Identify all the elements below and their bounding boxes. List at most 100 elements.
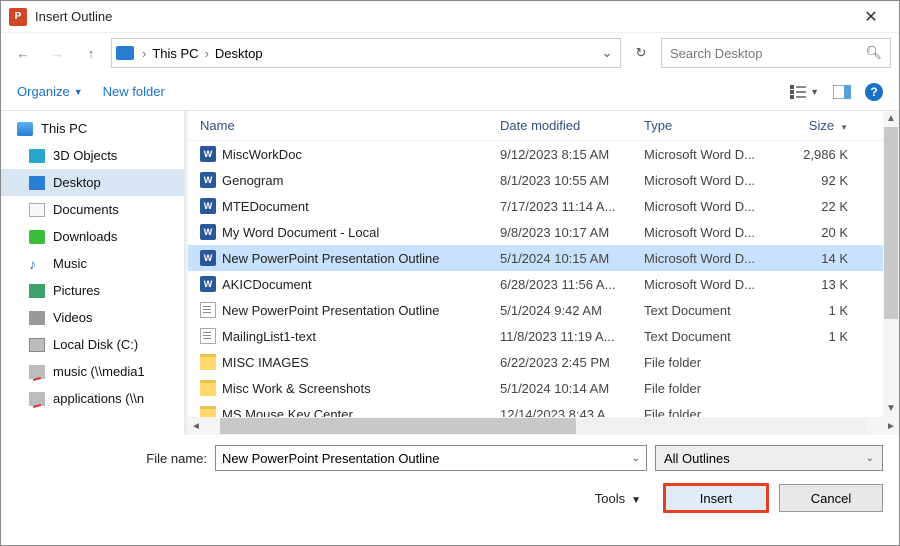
titlebar: P Insert Outline ✕ <box>1 1 899 33</box>
organize-menu[interactable]: Organize ▼ <box>17 84 83 99</box>
preview-pane-button[interactable] <box>833 85 851 99</box>
scroll-right-icon[interactable]: ► <box>883 421 899 432</box>
doc-icon <box>29 203 45 217</box>
sidebar-item-label: Music <box>53 256 87 271</box>
file-row[interactable]: WMTEDocument7/17/2023 11:14 A...Microsof… <box>188 193 899 219</box>
sidebar-item-label: 3D Objects <box>53 148 117 163</box>
breadcrumb-root[interactable]: This PC <box>148 46 202 61</box>
filetype-filter[interactable]: All Outlines ⌄ <box>655 445 883 471</box>
back-button[interactable]: ← <box>9 39 37 67</box>
sidebar-item-music-media1[interactable]: music (\\media1 <box>1 358 184 385</box>
pc-icon <box>17 122 33 136</box>
file-name: MiscWorkDoc <box>222 147 302 162</box>
file-row[interactable]: New PowerPoint Presentation Outline 5/1/2… <box>188 297 899 323</box>
sidebar-item-this-pc[interactable]: This PC <box>1 115 184 142</box>
net-icon <box>29 365 45 379</box>
file-type: File folder <box>644 407 786 418</box>
address-bar[interactable]: › This PC › Desktop ⌄ <box>111 38 621 68</box>
sidebar-item-label: Documents <box>53 202 119 217</box>
pc-icon <box>116 46 134 60</box>
sidebar-item-music[interactable]: ♪Music <box>1 250 184 277</box>
organize-label: Organize <box>17 84 70 99</box>
file-type: Microsoft Word D... <box>644 199 786 214</box>
filename-input[interactable]: New PowerPoint Presentation Outline ⌄ <box>215 445 647 471</box>
file-name: New PowerPoint Presentation Outline <box>222 303 440 318</box>
new-folder-label: New folder <box>103 84 165 99</box>
sidebar-item-pictures[interactable]: Pictures <box>1 277 184 304</box>
file-date: 5/1/2024 10:15 AM <box>500 251 644 266</box>
sidebar-item-label: Pictures <box>53 283 100 298</box>
scroll-thumb[interactable] <box>220 418 576 434</box>
powerpoint-icon: P <box>9 8 27 26</box>
column-name[interactable]: Name <box>200 118 500 133</box>
new-folder-button[interactable]: New folder <box>103 84 165 99</box>
breadcrumb-leaf[interactable]: Desktop <box>211 46 267 61</box>
sidebar-item-label: Videos <box>53 310 93 325</box>
file-date: 5/1/2024 9:42 AM <box>500 303 644 318</box>
vertical-scrollbar[interactable]: ▲ ▼ <box>883 111 899 417</box>
file-row[interactable]: MISC IMAGES6/22/2023 2:45 PMFile folder <box>188 349 899 375</box>
file-name: MTEDocument <box>222 199 309 214</box>
file-name: Genogram <box>222 173 283 188</box>
file-row[interactable]: WMiscWorkDoc9/12/2023 8:15 AMMicrosoft W… <box>188 141 899 167</box>
search-placeholder: Search Desktop <box>670 46 763 61</box>
caret-down-icon: ▼ <box>74 87 83 97</box>
file-row[interactable]: WGenogram8/1/2023 10:55 AMMicrosoft Word… <box>188 167 899 193</box>
sidebar-item-label: This PC <box>41 121 87 136</box>
file-row[interactable]: WMy Word Document - Local9/8/2023 10:17 … <box>188 219 899 245</box>
sidebar-item-videos[interactable]: Videos <box>1 304 184 331</box>
column-type[interactable]: Type <box>644 118 786 133</box>
sidebar-item-downloads[interactable]: Downloads <box>1 223 184 250</box>
help-button[interactable]: ? <box>865 83 883 101</box>
forward-button[interactable]: → <box>43 39 71 67</box>
word-file-icon: W <box>200 224 216 240</box>
caret-down-icon: ▼ <box>810 87 819 97</box>
sidebar-item-3d-objects[interactable]: 3D Objects <box>1 142 184 169</box>
file-row[interactable]: WAKICDocument6/28/2023 11:56 A...Microso… <box>188 271 899 297</box>
scroll-thumb[interactable] <box>884 127 898 319</box>
column-date[interactable]: Date modified <box>500 118 644 133</box>
filename-value: New PowerPoint Presentation Outline <box>222 451 632 466</box>
sidebar-item-label: Downloads <box>53 229 117 244</box>
close-button[interactable]: ✕ <box>851 1 891 33</box>
file-name: Misc Work & Screenshots <box>222 381 371 396</box>
file-row[interactable]: Misc Work & Screenshots5/1/2024 10:14 AM… <box>188 375 899 401</box>
scroll-left-icon[interactable]: ◄ <box>188 421 204 432</box>
scroll-up-icon[interactable]: ▲ <box>883 111 899 127</box>
file-size: 1 K <box>786 303 856 318</box>
sidebar-item-local-disk-c-[interactable]: Local Disk (C:) <box>1 331 184 358</box>
file-row[interactable]: MS Mouse Kev Center 12/14/2023 8:43 A...F… <box>188 401 899 417</box>
window-title: Insert Outline <box>35 9 851 24</box>
main-area: This PC 3D Objects Desktop Documents Downloa… <box>1 111 899 435</box>
file-name: MS Mouse Kev Center <box>222 407 353 418</box>
file-size: 13 K <box>786 277 856 292</box>
file-row[interactable]: MailingList1-text11/8/2023 11:19 A...Tex… <box>188 323 899 349</box>
file-size: 14 K <box>786 251 856 266</box>
sidebar-item-label: applications (\\n <box>53 391 144 406</box>
dropdown-icon[interactable]: ⌄ <box>632 453 640 464</box>
disk-icon <box>29 338 45 352</box>
file-type: Microsoft Word D... <box>644 251 786 266</box>
sidebar-item-applications-n[interactable]: applications (\\n <box>1 385 184 412</box>
search-input[interactable]: Search Desktop 🔍︎ <box>661 38 891 68</box>
chevron-right-icon: › <box>140 46 148 61</box>
scroll-down-icon[interactable]: ▼ <box>883 401 899 417</box>
column-headers: Name Date modified Type Size▼ <box>188 111 899 141</box>
cancel-button[interactable]: Cancel <box>779 484 883 512</box>
column-size[interactable]: Size▼ <box>786 118 856 133</box>
tools-menu[interactable]: Tools▼ <box>595 491 641 506</box>
sidebar-item-documents[interactable]: Documents <box>1 196 184 223</box>
address-dropdown[interactable]: ⌄ <box>598 45 616 61</box>
file-name: MISC IMAGES <box>222 355 309 370</box>
horizontal-scrollbar[interactable]: ◄ ► <box>188 417 899 435</box>
file-date: 8/1/2023 10:55 AM <box>500 173 644 188</box>
file-date: 11/8/2023 11:19 A... <box>500 329 644 344</box>
refresh-button[interactable]: ↻ <box>627 39 655 67</box>
up-button[interactable]: ↑ <box>77 39 105 67</box>
file-date: 12/14/2023 8:43 A... <box>500 407 644 418</box>
sidebar-item-desktop[interactable]: Desktop <box>1 169 184 196</box>
file-row[interactable]: WNew PowerPoint Presentation Outline5/1/… <box>188 245 899 271</box>
view-mode-button[interactable]: ▼ <box>790 85 819 99</box>
word-file-icon: W <box>200 250 216 266</box>
insert-button[interactable]: Insert <box>663 483 769 513</box>
